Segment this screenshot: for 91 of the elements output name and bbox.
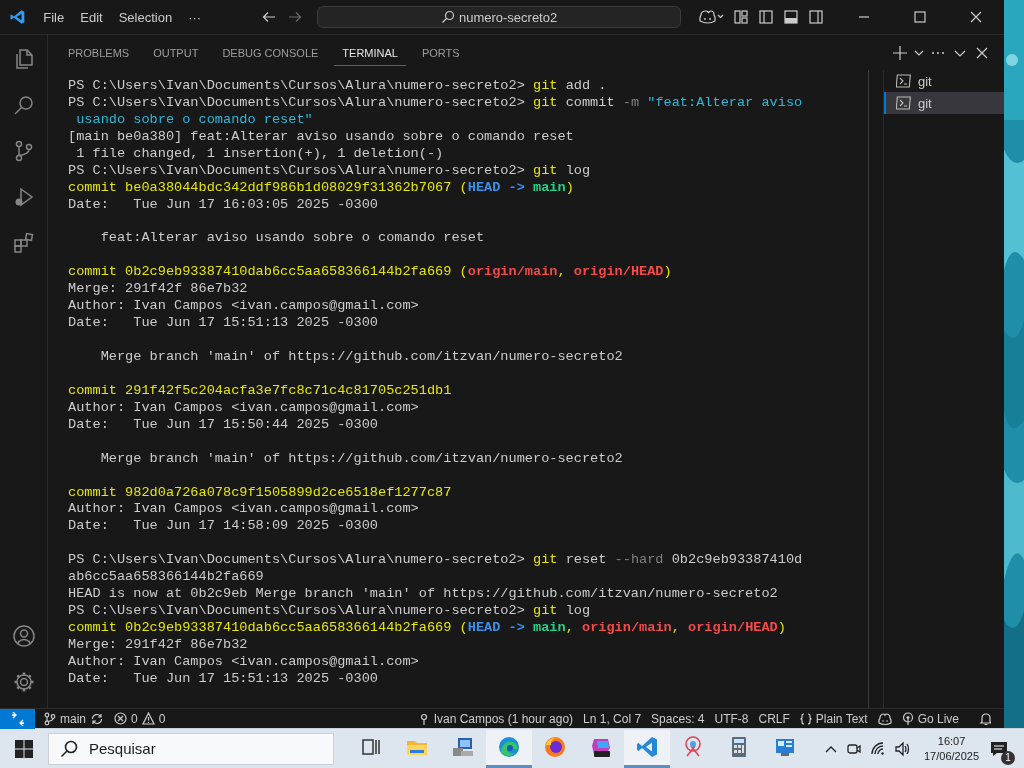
broadcast-icon [901,711,914,726]
branch-icon [44,711,56,726]
panel-tab[interactable]: PROBLEMS [60,39,138,66]
terminal-icon [896,95,912,111]
terminal-line: Date: Tue Jun 17 15:51:13 2025 -0300 [68,670,379,688]
terminal-line: Merge branch 'main' of https://github.com/itzvan/numero-secreto2 [99,450,624,468]
wifi-icon[interactable] [870,740,886,757]
blame-status[interactable]: Ivan Campos (1 hour ago) [412,711,579,726]
maximize-icon[interactable] [912,9,928,25]
notification-count: 1 [1001,750,1016,765]
terminal-line: Author: Ivan Campos <ivan.campos@gmail.com> [68,399,420,417]
terminal-line: Merge: 291f42f 86e7b32 [68,281,249,299]
terminal-line: Date: Tue Jun 17 15:50:44 2025 -0300 [68,416,379,434]
braces-icon [799,711,812,726]
bell-icon[interactable] [979,711,991,726]
clock-date[interactable]: 17/06/2025 [924,748,980,764]
panel-tab[interactable]: DEBUG CONSOLE [214,39,327,66]
menu-item[interactable]: Edit [72,6,111,28]
language-status[interactable]: Plain Text [794,711,873,726]
copilot-icon[interactable] [877,711,892,726]
status-item[interactable]: Spaces: 4 [646,711,710,726]
office-icon [590,736,612,758]
browser-icon [498,736,520,758]
sidebar-toggle-icon[interactable] [758,9,774,25]
terminal-line: commit 0b2c9eb93387410dab6cc5aa658366144b2fa669 (HEAD -> main, origin/main, origin/HEAD) [68,620,787,637]
command-search-field[interactable]: numero-secreto2 [317,6,681,28]
problems-status[interactable]: 0 0 [109,711,171,726]
extensions-icon[interactable] [11,231,36,255]
fox-browser-icon [544,736,566,758]
terminal-list-item[interactable]: git [884,92,1004,114]
close-icon[interactable] [968,9,984,25]
code-editor-icon [636,736,658,758]
terminal-line: 1 file changed, 1 insertion(+), 1 deletion(-) [75,145,445,163]
panel-tab[interactable]: OUTPUT [145,39,207,66]
sync-icon [90,711,104,726]
terminal-line: Date: Tue Jun 17 16:03:05 2025 -0300 [68,196,379,214]
control-panel-icon [774,736,796,758]
terminal-line: commit 982d0a726a078c9f1505899d2ce6518ef1277c87 [68,484,453,502]
status-item[interactable]: CRLF [753,711,795,726]
forward-arrow-icon[interactable] [287,9,304,25]
terminal-line: PS C:\Users\Ivan\Documents\Cursos\Alura\numero-secreto2> git reset --hard 0b2c9eb93387410d [68,552,804,570]
terminal-line: [main be0a380] feat:Alterar aviso usando sobre o comando reset [68,128,575,146]
remote-button[interactable] [0,708,35,729]
plus-icon[interactable] [892,44,908,61]
error-icon [114,712,127,725]
panel-toggle-icon[interactable] [783,9,799,25]
terminal-line: ab6cc5aa658366144b2fa669 [68,569,265,587]
terminal-line: Author: Ivan Campos <ivan.campos@gmail.com> [68,298,420,316]
terminal-line: PS C:\Users\Ivan\Documents\Cursos\Alura\numero-secreto2> git log [68,162,592,180]
terminal-line: Date: Tue Jun 17 15:51:13 2025 -0300 [68,315,379,333]
warning-icon [141,712,155,725]
computer-icon [452,736,474,758]
taskbar-search-field[interactable]: Pesquisar [48,732,334,765]
panel-tab[interactable]: TERMINAL [334,39,406,66]
speaker-icon[interactable] [894,740,910,757]
search-icon [440,10,455,24]
windows-start-icon[interactable] [15,739,33,758]
secondary-sidebar-icon[interactable] [808,9,824,25]
menu-item[interactable]: Selection [110,6,181,28]
panel-tab[interactable]: PORTS [413,39,468,66]
search-icon [60,739,78,758]
go-live-button[interactable]: Go Live [896,711,964,726]
terminal-line: commit 291f42f5c204acfa3e7fc8c71c4c81705c251db1 [68,382,453,400]
terminal-line: PS C:\Users\Ivan\Documents\Cursos\Alura\numero-secreto2> git commit -m "feat:Alterar aviso [68,94,804,112]
terminal-line: HEAD is now at 0b2c9eb Merge branch 'main' of https://github.com/itzvan/numero-secreto2 [68,586,779,604]
terminal-line: commit be0a38044bdc342ddf986b1d08029f31362b7067 (HEAD -> main) [68,179,575,197]
terminal-line: Date: Tue Jun 17 14:58:09 2025 -0300 [68,518,379,536]
vscode-logo [10,9,26,25]
branch-status[interactable]: main [39,711,109,726]
terminal-line: PS C:\Users\Ivan\Documents\Cursos\Alura\numero-secreto2> git log [68,603,592,620]
terminal-line: feat:Alterar aviso usando sobre o comando reset [99,230,486,248]
menu-item[interactable]: ··· [180,6,210,28]
clock-time[interactable]: 16:07 [937,733,966,749]
back-arrow-icon[interactable] [261,9,278,25]
layout-icon[interactable] [733,9,749,25]
status-item[interactable]: UTF-8 [709,711,754,726]
terminal-line: Author: Ivan Campos <ivan.campos@gmail.com> [68,653,420,671]
terminal-line: Author: Ivan Campos <ivan.campos@gmail.com> [68,501,420,519]
status-item[interactable]: Ln 1, Col 7 [578,711,647,726]
terminal-icon [896,73,912,89]
terminal-line: Merge: 291f42f 86e7b32 [68,636,249,654]
task-view-icon [360,736,382,758]
terminal-list-item[interactable]: git [884,70,1004,92]
copilot-icon[interactable] [698,9,724,25]
terminal-line: usando sobre o comando reset" [75,111,314,129]
account-icon[interactable] [11,624,36,648]
menu-item[interactable]: File [35,6,73,28]
terminal-line: Merge branch 'main' of https://github.com/itzvan/numero-secreto2 [99,349,624,366]
remote-icon [10,711,25,726]
terminal-line: commit 0b2c9eb93387410dab6cc5aa658366144b2fa669 (origin/main, origin/HEAD) [68,264,673,282]
terminal-line: PS C:\Users\Ivan\Documents\Cursos\Alura\numero-secreto2> git add . [68,78,608,95]
